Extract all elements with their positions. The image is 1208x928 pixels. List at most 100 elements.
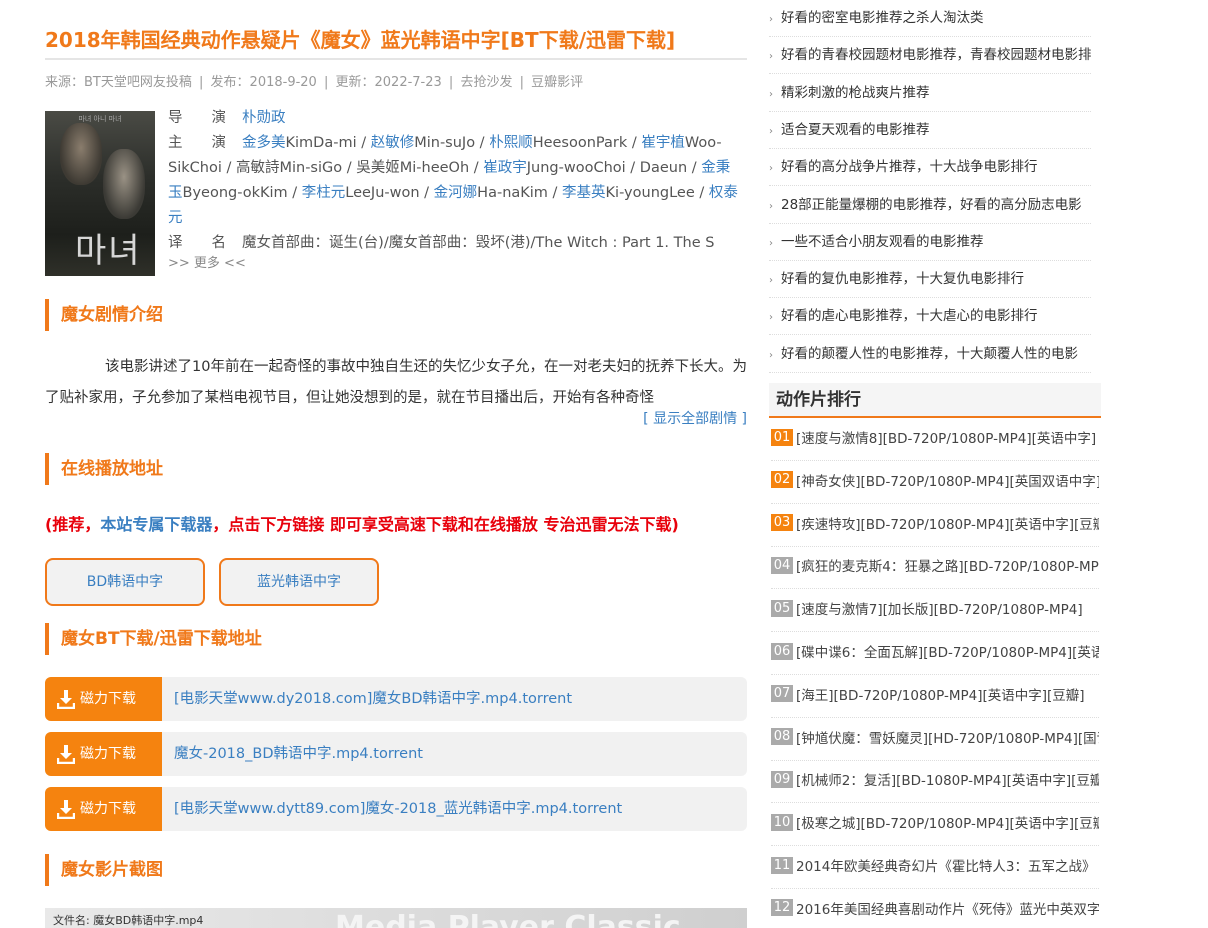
ranking-item[interactable]: 08 [钟馗伏魔：雪妖魔灵][HD-720P/1080P-MP4][国语] [771,718,1099,761]
cast-row: 主 演金多美KimDa-mi / 赵敏修Min-suJo / 朴熙顺Heesoo… [168,131,738,231]
rank-number-badge: 03 [771,514,793,532]
torrent-link[interactable]: 魔女-2018_BD韩语中字.mp4.torrent [174,732,423,776]
recommended-item-title: 好看的青春校园题材电影推荐，青春校园题材电影排行 [781,47,1091,64]
ranking-item[interactable]: 12 2016年美国经典喜剧动作片《死侍》蓝光中英双字 [771,889,1099,928]
torrent-link[interactable]: [电影天堂www.dytt89.com]魔女-2018_蓝光韩语中字.mp4.t… [174,787,622,831]
magnet-download-button[interactable]: 磁力下载 [45,787,162,831]
screenshot-watermark: Media Player Classic [335,910,681,928]
rank-number-badge: 01 [771,428,793,446]
cast-member-name: 吳美姬 [356,160,400,176]
cast-member-latin: Min-siGo [279,160,343,176]
cast-member-name[interactable]: 赵敏修 [371,135,415,151]
download-icon [57,690,75,709]
section-online-heading: 在线播放地址 [45,453,163,485]
ranking-item[interactable]: 02 [神奇女侠][BD-720P/1080P-MP4][英国双语中字] [771,461,1099,504]
cast-member-name[interactable]: 金多美 [242,135,286,151]
cast-member-name[interactable]: 崔政宇 [483,160,527,176]
ranking-item-title: [碟中谍6：全面瓦解][BD-720P/1080P-MP4][英语] [796,645,1099,661]
cast-member-name[interactable]: 李基英 [562,185,606,201]
chevron-right-icon: › [769,237,773,249]
ranking-item[interactable]: 10 [极寒之城][BD-720P/1080P-MP4][英语中字][豆瓣] [771,803,1099,847]
ranking-title: 动作片排行 [769,383,1101,418]
recommended-item[interactable]: › 好看的高分战争片推荐，十大战争电影排行 [769,149,1091,187]
ranking-item[interactable]: 01 [速度与激情8][BD-720P/1080P-MP4][英语中字] [771,418,1099,461]
play-bd-korean-button[interactable]: BD韩语中字 [45,558,205,606]
ranking-item-title: [钟馗伏魔：雪妖魔灵][HD-720P/1080P-MP4][国语] [796,730,1099,747]
cast-member-latin: Ki-youngLee [605,185,695,201]
ranking-item-title: 2016年美国经典喜剧动作片《死侍》蓝光中英双字 [796,901,1099,918]
recommended-item-title: 适合夏天观看的电影推荐 [781,121,930,138]
download-row: 磁力下载 魔女-2018_BD韩语中字.mp4.torrent [45,732,747,776]
chevron-right-icon: › [769,51,773,63]
movie-info: 导 演朴勋政 主 演金多美KimDa-mi / 赵敏修Min-suJo / 朴熙… [168,106,738,256]
ranking-item-title: [海王][BD-720P/1080P-MP4][英语中字][豆瓣] [796,687,1085,704]
ranking-item[interactable]: 07 [海王][BD-720P/1080P-MP4][英语中字][豆瓣] [771,675,1099,718]
meta-sep: | [199,75,204,90]
magnet-download-label: 磁力下载 [80,746,136,762]
cast-member-name[interactable]: 崔宇植 [641,135,685,151]
ranking-item[interactable]: 06 [碟中谍6：全面瓦解][BD-720P/1080P-MP4][英语] [771,632,1099,675]
sofa-link[interactable]: 去抢沙发 [460,75,512,90]
download-row: 磁力下载 [电影天堂www.dy2018.com]魔女BD韩语中字.mp4.to… [45,677,747,721]
recommended-item-title: 28部正能量爆棚的电影推荐，好看的高分励志电影 [781,196,1082,213]
movie-poster: 마녀 아니 마녀 마녀 [45,111,155,276]
show-all-plot-link[interactable]: [ 显示全部剧情 ] [643,408,747,428]
plot-text: 该电影讲述了10年前在一起奇怪的事故中独自生还的失忆少女子允，在一对老夫妇的抚养… [45,359,747,406]
ranking-item[interactable]: 03 [疾速特攻][BD-720P/1080P-MP4][英语中字][豆瓣] [771,504,1099,547]
director-label: 导 演 [168,110,226,126]
cast-member-name: Daeun [639,160,688,176]
recommended-item[interactable]: › 精彩刺激的枪战爽片推荐 [769,75,1091,112]
recommend-suffix: ，点击下方链接 即可享受高速下载和在线播放 专治迅雷无法下载) [212,515,679,534]
cast-member-name[interactable]: 李柱元 [302,185,346,201]
ranking-item[interactable]: 09 [机械师2：复活][BD-1080P-MP4][英语中字][豆瓣] [771,760,1099,804]
recommended-item-title: 好看的颠覆人性的电影推荐，十大颠覆人性的电影 [781,345,1078,362]
alias-text: 魔女首部曲：诞生(台)/魔女首部曲：毁坏(港)/The Witch : Part… [242,235,715,251]
download-icon [57,745,75,764]
downloader-recommend: (推荐，本站专属下载器，点击下方链接 即可享受高速下载和在线播放 专治迅雷无法下… [45,511,679,535]
recommended-item-title: 好看的高分战争片推荐，十大战争电影排行 [781,159,1038,176]
douban-review-link[interactable]: 豆瓣影评 [531,75,583,90]
cast-label: 主 演 [168,135,226,151]
article-meta: 来源：BT天堂吧网友投稿 | 发布：2018-9-20 | 更新：2022-7-… [45,71,586,90]
cast-member-latin: Mi-heeOh [399,160,470,176]
recommended-item[interactable]: › 好看的虐心电影推荐，十大虐心的电影排行 [769,298,1091,336]
ranking-item-title: [机械师2：复活][BD-1080P-MP4][英语中字][豆瓣] [796,773,1099,790]
director-link[interactable]: 朴勋政 [242,110,286,126]
cast-member-name[interactable]: 朴熙顺 [489,135,533,151]
torrent-link[interactable]: [电影天堂www.dy2018.com]魔女BD韩语中字.mp4.torrent [174,677,572,721]
chevron-right-icon: › [769,312,773,324]
meta-sep: | [519,75,524,90]
magnet-download-button[interactable]: 磁力下载 [45,732,162,776]
director-row: 导 演朴勋政 [168,106,738,131]
rank-number-badge: 07 [771,685,793,703]
ranking-item-title: [速度与激情8][BD-720P/1080P-MP4][英语中字] [796,431,1097,447]
poster-figure [103,149,145,219]
recommended-item[interactable]: › 好看的颠覆人性的电影推荐，十大颠覆人性的电影 [769,336,1091,373]
chevron-right-icon: › [769,125,773,137]
ranking-item[interactable]: 05 [速度与激情7][加长版][BD-720P/1080P-MP4] [771,589,1099,633]
cast-member-latin: LeeJu-won [345,185,420,201]
page-title: 2018年韩国经典动作悬疑片《魔女》蓝光韩语中字[BT下载/迅雷下载] [45,28,676,52]
recommended-item-title: 一些不适合小朋友观看的电影推荐 [781,233,984,250]
recommended-item[interactable]: › 适合夏天观看的电影推荐 [769,112,1091,149]
ranking-item[interactable]: 11 2014年欧美经典奇幻片《霍比特人3：五军之战》 [771,846,1099,889]
cast-member-latin: Byeong-okKim [182,185,288,201]
recommended-item[interactable]: › 好看的青春校园题材电影推荐，青春校园题材电影排行 [769,37,1091,75]
ranking-item-title: [极寒之城][BD-720P/1080P-MP4][英语中字][豆瓣] [796,816,1099,833]
downloader-link[interactable]: 本站专属下载器 [100,515,212,534]
rank-number-badge: 08 [771,728,793,746]
play-bluray-korean-button[interactable]: 蓝光韩语中字 [219,558,379,606]
recommended-item[interactable]: › 28部正能量爆棚的电影推荐，好看的高分励志电影 [769,187,1091,224]
recommended-item[interactable]: › 好看的复仇电影推荐，十大复仇电影排行 [769,261,1091,299]
more-info-toggle[interactable]: >> 更多 << [168,252,246,271]
screenshot-filename: 文件名: 魔女BD韩语中字.mp4 [53,914,204,927]
recommended-item[interactable]: › 一些不适合小朋友观看的电影推荐 [769,224,1091,261]
recommended-item[interactable]: › 好看的密室电影推荐之杀人淘汰类 [769,0,1091,37]
ranking-item[interactable]: 04 [疯狂的麦克斯4：狂暴之路][BD-720P/1080P-MP4] [771,546,1099,590]
rank-number-badge: 02 [771,471,793,489]
meta-updated: 更新：2022-7-23 [335,75,442,90]
recommend-prefix: (推荐， [45,515,101,534]
cast-member-latin: Min-suJo [414,135,476,151]
cast-member-name[interactable]: 金河娜 [434,185,478,201]
magnet-download-button[interactable]: 磁力下载 [45,677,162,721]
